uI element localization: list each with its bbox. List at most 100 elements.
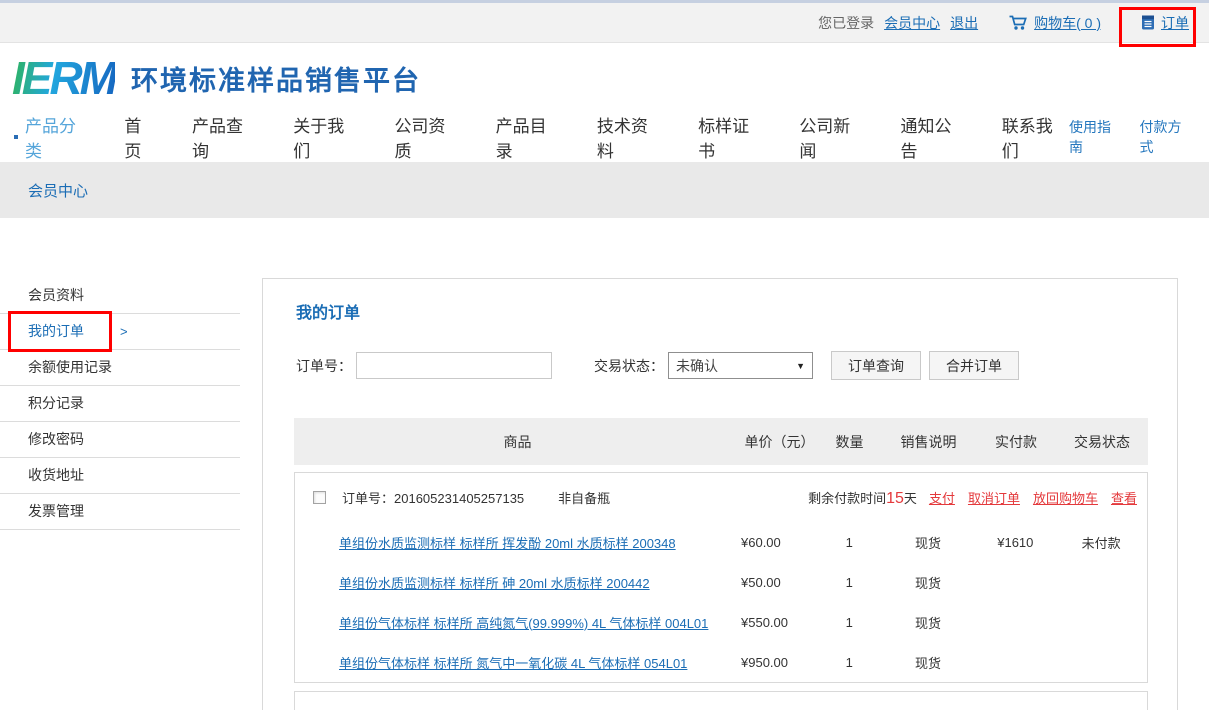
unit-price-cell: ¥950.00 [741,655,818,670]
breadcrumb-bar: 会员中心 [0,162,1209,218]
header-quantity: 数量 [818,432,881,452]
quantity-cell: 1 [818,575,881,590]
trade-status-cell: 未付款 [1055,533,1147,552]
order-link[interactable]: 订单 [1161,13,1189,33]
sidebar-item[interactable]: 我的订单 > [0,314,240,350]
sales-note-cell: 现货 [881,653,976,672]
quantity-cell: 1 [818,615,881,630]
order-list-icon [1141,14,1155,31]
cart-group[interactable]: 购物车( 0 ) [1008,13,1101,33]
product-cell: 单组份水质监测标样 标样所 砷 20ml 水质标样 200442 [295,573,741,592]
sidebar-item-label: 余额使用记录 [28,350,112,385]
order-action-link[interactable]: 放回购物车 [1033,488,1098,507]
sidebar-item[interactable]: 余额使用记录 [0,350,240,386]
nav-item[interactable]: 通知公告 [901,112,968,162]
header-sales-note: 销售说明 [881,432,976,452]
order-checkbox[interactable] [313,491,326,504]
chevron-right-icon: > [120,314,128,349]
breadcrumb[interactable]: 会员中心 [28,180,88,201]
sidebar-item[interactable]: 会员资料 [0,278,240,314]
paid-cell: ¥1610 [975,535,1055,550]
product-link[interactable]: 单组份水质监测标样 标样所 砷 20ml 水质标样 200442 [339,576,650,591]
nav-item[interactable]: 首页 [124,112,158,162]
nav-item[interactable]: 联系我们 [1002,112,1069,162]
nav-item[interactable]: 产品查询 [192,112,259,162]
order-search-button[interactable]: 订单查询 [831,351,921,380]
order-actions: 剩余付款时间15天 支付取消订单放回购物车查看 [808,488,1137,508]
nav-item[interactable]: 公司新闻 [799,112,866,162]
remaining-days: 15 [886,490,904,508]
orders-list: 订单号：201605231405257135 非自备瓶 剩余付款时间15天 支付… [294,472,1148,710]
product-cell: 单组份水质监测标样 标样所 挥发酚 20ml 水质标样 200348 [295,533,741,552]
order-action-link[interactable]: 取消订单 [968,488,1020,507]
sidebar-item[interactable]: 积分记录 [0,386,240,422]
nav-item[interactable]: 技术资料 [597,112,664,162]
order-item-row: 单组份气体标样 标样所 高纯氮气(99.999%) 4L 气体标样 004L01… [295,602,1147,642]
site-header: IERM 环境标准样品销售平台 [0,44,1209,112]
nav-category-label: 产品分类 [25,112,92,162]
order-action-link[interactable]: 查看 [1111,488,1137,507]
order-group[interactable]: 订单 [1141,13,1189,33]
sidebar-item-label: 我的订单 [28,314,84,349]
sales-note-cell: 现货 [881,573,976,592]
product-cell: 单组份气体标样 标样所 高纯氮气(99.999%) 4L 气体标样 004L01 [295,613,741,632]
unit-price-cell: ¥60.00 [741,535,818,550]
header-unit-price: 单价（元） [741,432,818,452]
nav-help-link[interactable]: 使用指南 [1069,117,1125,157]
remaining-payment-time: 剩余付款时间15天 [808,488,917,508]
nav-item[interactable]: 标样证书 [698,112,765,162]
order-no-input[interactable] [356,352,552,379]
unit-price-cell: ¥550.00 [741,615,818,630]
order-group-box: 订单号：201605231405257135 非自备瓶 剩余付款时间15天 支付… [294,472,1148,683]
nav-help-link[interactable]: 付款方式 [1139,117,1195,157]
remaining-label: 剩余付款时间 [808,488,886,507]
logout-link[interactable]: 退出 [950,13,978,33]
product-link[interactable]: 单组份气体标样 标样所 氮气中一氧化碳 4L 气体标样 054L01 [339,656,687,671]
nav-items: 首页产品查询关于我们公司资质产品目录技术资料标样证书公司新闻通知公告联系我们 [124,112,1069,162]
member-center-link[interactable]: 会员中心 [884,13,940,33]
sidebar-item-label: 积分记录 [28,386,84,421]
cart-icon [1008,14,1028,31]
quantity-cell: 1 [818,535,881,550]
sidebar-item-label: 收货地址 [28,458,84,493]
main-nav: 产品分类 首页产品查询关于我们公司资质产品目录技术资料标样证书公司新闻通知公告联… [0,112,1209,162]
order-header-row: 订单号：201605171217098691 非自备瓶 查看 [295,692,1147,710]
trade-status-value: 未确认 [676,356,718,376]
brand-title: 环境标准样品销售平台 [131,59,421,98]
nav-item[interactable]: 产品目录 [496,112,563,162]
order-action-link[interactable]: 支付 [929,488,955,507]
sidebar-item[interactable]: 修改密码 [0,422,240,458]
brand-logo[interactable]: IERM [12,51,115,105]
product-link[interactable]: 单组份水质监测标样 标样所 挥发酚 20ml 水质标样 200348 [339,536,676,551]
sidebar-item[interactable]: 收货地址 [0,458,240,494]
sidebar-item-label: 发票管理 [28,494,84,529]
page-title: 我的订单 [296,299,360,323]
login-status-text: 您已登录 [818,13,874,33]
sales-note-cell: 现货 [881,613,976,632]
nav-item[interactable]: 公司资质 [394,112,461,162]
order-filter-form: 订单号： 交易状态： 未确认 ▼ 订单查询 合并订单 [296,351,1019,380]
header-product: 商品 [294,432,741,452]
sidebar-item[interactable]: 发票管理 [0,494,240,530]
header-paid: 实付款 [976,432,1056,452]
member-sidebar: 会员资料 我的订单 > 余额使用记录 积分记录 [0,278,240,530]
order-item-row: 单组份水质监测标样 标样所 砷 20ml 水质标样 200442 ¥50.00 … [295,562,1147,602]
order-items: 单组份水质监测标样 标样所 挥发酚 20ml 水质标样 200348 ¥60.0… [295,522,1147,682]
order-action-links: 支付取消订单放回购物车查看 [929,488,1137,507]
order-number: 订单号：201605231405257135 [342,488,524,507]
header-trade-status: 交易状态 [1056,432,1148,452]
nav-item[interactable]: 关于我们 [293,112,360,162]
quantity-cell: 1 [818,655,881,670]
merge-orders-button[interactable]: 合并订单 [929,351,1019,380]
order-group-box: 订单号：201605171217098691 非自备瓶 查看 [294,691,1148,710]
trade-status-label: 交易状态： [594,356,664,376]
sidebar-item-label: 修改密码 [28,422,84,457]
cart-link[interactable]: 购物车( 0 ) [1034,13,1101,33]
bullet-icon [14,135,18,139]
nav-product-category[interactable]: 产品分类 [14,112,92,162]
product-link[interactable]: 单组份气体标样 标样所 高纯氮气(99.999%) 4L 气体标样 004L01 [339,616,708,631]
bottle-type: 非自备瓶 [558,488,610,507]
trade-status-select[interactable]: 未确认 ▼ [668,352,813,379]
dropdown-caret-icon: ▼ [796,361,805,371]
order-no-label: 订单号： [296,356,352,376]
